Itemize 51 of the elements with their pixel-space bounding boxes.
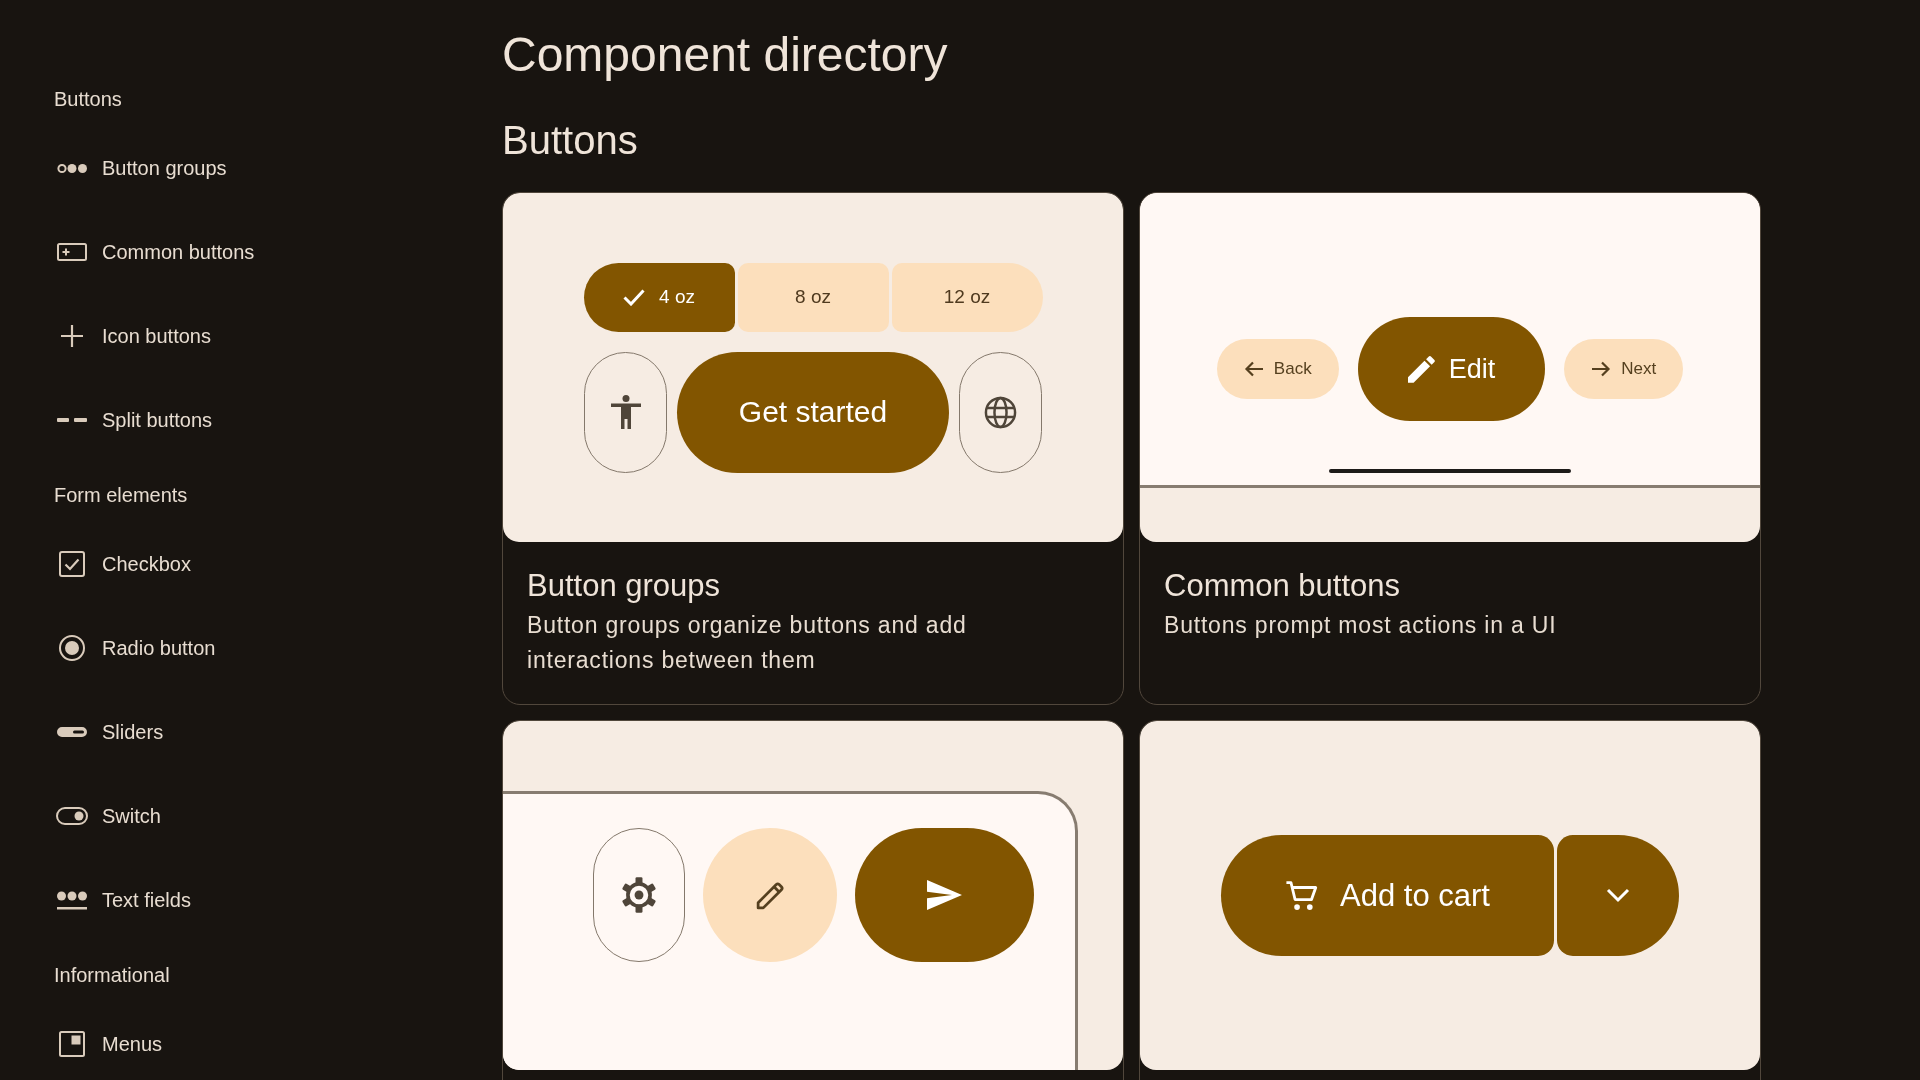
nav-item[interactable]: Button groups — [54, 156, 227, 180]
add-box-icon — [57, 243, 87, 261]
cart-icon — [1285, 878, 1320, 913]
accessibility-icon — [610, 395, 641, 429]
nav-item[interactable]: Split buttons — [54, 408, 213, 432]
chevron-down-icon — [1606, 888, 1630, 903]
nav-item[interactable]: Common buttons — [54, 240, 255, 264]
arrow-left-icon — [1243, 359, 1264, 379]
nav-item[interactable]: Checkbox — [54, 551, 191, 577]
settings-icon — [620, 876, 658, 914]
component-card[interactable]: 4 oz 8 oz 12 oz Get started Button groups Button groups organize buttons and add interactions between them — [502, 192, 1124, 705]
card-title: Button groups — [527, 568, 721, 604]
nav-item[interactable]: Radio button — [54, 635, 216, 661]
section-title: Buttons — [502, 117, 638, 164]
checkbox-icon — [59, 551, 85, 577]
primary-button[interactable]: Edit — [1357, 317, 1546, 421]
dots-icon — [57, 162, 87, 174]
send-icon — [927, 880, 962, 910]
radio-icon — [59, 635, 85, 661]
page-title: Component directory — [502, 27, 948, 82]
nav-section-heading: Buttons — [54, 87, 122, 111]
pencil-icon — [1407, 355, 1435, 383]
nav-item[interactable]: Icon buttons — [54, 324, 211, 348]
card-description: Button groups organize buttons and add interactions between them — [527, 611, 968, 675]
text-field-icon — [57, 890, 87, 910]
nav-item[interactable]: Text fields — [54, 888, 191, 912]
slider-icon — [57, 727, 87, 737]
segment-button[interactable]: 8 oz — [737, 262, 889, 332]
dropdown-button[interactable] — [1557, 835, 1679, 956]
plus-icon — [61, 325, 83, 347]
nav-item[interactable]: Switch — [54, 804, 161, 828]
nav-item[interactable]: Sliders — [54, 720, 164, 744]
nav-item[interactable]: Menus — [54, 1031, 163, 1057]
segment-button[interactable]: 12 oz — [891, 262, 1043, 332]
segment-button[interactable]: 4 oz — [583, 262, 735, 332]
secondary-button[interactable]: Next — [1564, 339, 1684, 399]
component-card[interactable]: Back Edit Next Common buttons Buttons prompt most actions in a UI — [1139, 192, 1761, 705]
card-description: Buttons prompt most actions in a UI — [1164, 611, 1558, 640]
panel-icon — [59, 1031, 85, 1057]
primary-button[interactable]: Get started — [677, 351, 949, 473]
nav-section-heading: Form elements — [54, 483, 188, 507]
nav-section-heading: Informational — [54, 963, 170, 987]
dashes-icon — [57, 418, 87, 422]
arrow-right-icon — [1591, 359, 1612, 379]
toggle-icon — [56, 807, 88, 825]
cart-button[interactable]: Add to cart — [1221, 835, 1554, 956]
secondary-button[interactable]: Back — [1216, 339, 1339, 399]
globe-icon — [984, 395, 1017, 429]
check-icon — [623, 288, 646, 306]
component-card[interactable]: Add to cart — [1139, 720, 1761, 1080]
card-title: Common buttons — [1164, 568, 1401, 604]
